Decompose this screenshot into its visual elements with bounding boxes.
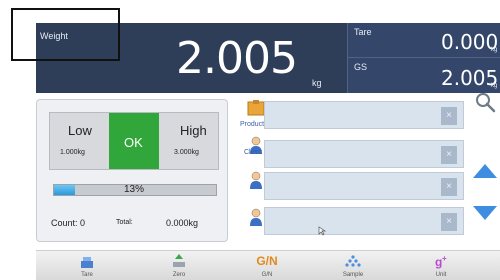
zero-icon <box>173 254 185 267</box>
tare-button-label: Tare <box>81 272 93 278</box>
annotation-rectangle <box>11 8 120 61</box>
gs-label: GS <box>354 62 368 72</box>
tare-panel: Tare 0.000 kg <box>347 23 500 58</box>
limits-box: Low 1.000kg OK High 3.000kg <box>49 112 219 170</box>
weight-value: 2.005 <box>176 33 298 84</box>
gs-value: 2.005 <box>441 66 499 90</box>
field-4[interactable]: × <box>264 207 464 235</box>
product-field[interactable]: × <box>264 101 464 129</box>
checkweigh-panel: Low 1.000kg OK High 3.000kg 13% Count: 0… <box>36 99 228 242</box>
count-text: Count: 0 <box>51 218 86 228</box>
cursor-icon <box>318 226 326 236</box>
high-label: High <box>180 123 207 138</box>
zero-button-label: Zero <box>172 272 186 278</box>
ok-indicator: OK <box>109 113 159 169</box>
tare-button[interactable]: Tare <box>52 251 122 280</box>
tare-icon <box>81 257 93 268</box>
bottom-toolbar: Tare Zero G/N G/N Sample g + Unit <box>36 250 500 280</box>
gn-button[interactable]: G/N G/N <box>232 251 302 280</box>
client-field[interactable]: × <box>264 140 464 168</box>
unit-button-label: Unit <box>435 272 447 278</box>
progress-text: 13% <box>124 184 145 195</box>
field-3-clear-button[interactable]: × <box>441 178 457 196</box>
gs-unit: kg <box>491 83 498 89</box>
client-clear-button[interactable]: × <box>441 146 457 164</box>
progress-fill <box>54 185 75 195</box>
svg-text:+: + <box>442 254 447 263</box>
person-icon[interactable] <box>249 171 263 189</box>
gn-button-label: G/N <box>261 272 273 278</box>
weight-unit: kg <box>312 78 322 88</box>
tare-label: Tare <box>354 27 372 37</box>
ok-label: OK <box>124 135 143 150</box>
gs-panel: GS 2.005 kg <box>347 58 500 93</box>
sample-button[interactable]: Sample <box>318 251 388 280</box>
product-clear-button[interactable]: × <box>441 107 457 125</box>
unit-button[interactable]: g + Unit <box>406 251 476 280</box>
person-icon[interactable] <box>249 208 263 226</box>
tare-unit: kg <box>491 47 498 53</box>
search-icon[interactable] <box>474 91 496 113</box>
low-label: Low <box>68 123 92 138</box>
sample-button-label: Sample <box>342 272 364 278</box>
gn-icon: G/N <box>256 254 278 268</box>
unit-icon: g + <box>435 254 447 269</box>
product-label: Product <box>240 121 265 128</box>
arrow-down-icon[interactable] <box>473 206 497 220</box>
progress-bar: 13% <box>53 184 217 196</box>
arrow-up-icon[interactable] <box>473 164 497 178</box>
total-label: Total: <box>116 219 133 226</box>
zero-button[interactable]: Zero <box>144 251 214 280</box>
low-value: 1.000kg <box>60 149 85 156</box>
client-label: Client <box>244 149 262 156</box>
total-value: 0.000kg <box>166 218 199 228</box>
tare-value: 0.000 <box>441 30 499 54</box>
high-value: 3.000kg <box>174 149 199 156</box>
field-4-clear-button[interactable]: × <box>441 213 457 231</box>
field-3[interactable]: × <box>264 172 464 200</box>
sample-icon <box>345 255 361 267</box>
product-icon[interactable] <box>247 100 265 116</box>
